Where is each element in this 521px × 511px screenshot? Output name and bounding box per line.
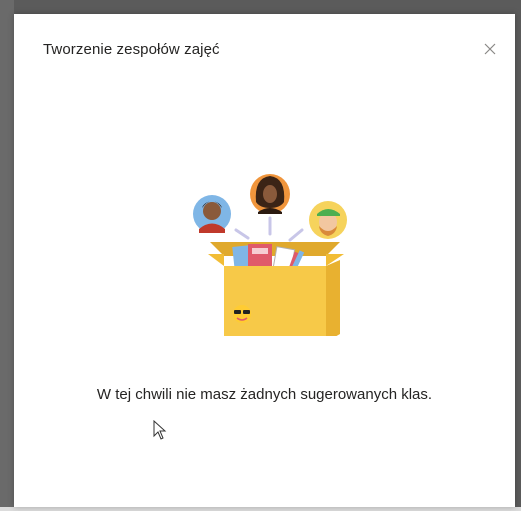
sunglasses-emoji-icon	[233, 305, 251, 323]
screen-frame: Tworzenie zespołów zajęć W tej chwili ni…	[0, 0, 521, 511]
create-class-teams-dialog: Tworzenie zespołów zajęć W tej chwili ni…	[14, 14, 515, 507]
student-avatar-left	[193, 195, 231, 233]
backdrop	[0, 0, 521, 14]
close-icon	[484, 43, 496, 55]
student-avatar-right	[309, 201, 347, 239]
backdrop	[0, 507, 521, 511]
dialog-title: Tworzenie zespołów zajęć	[43, 41, 220, 58]
mouse-pointer-icon	[153, 420, 167, 440]
close-button[interactable]	[477, 36, 503, 62]
box-with-avatars-illustration	[193, 174, 347, 336]
student-avatar-middle	[250, 174, 290, 214]
empty-state-message: W tej chwili nie masz żadnych sugerowany…	[96, 386, 433, 403]
backdrop	[0, 0, 14, 511]
backdrop	[515, 0, 521, 511]
